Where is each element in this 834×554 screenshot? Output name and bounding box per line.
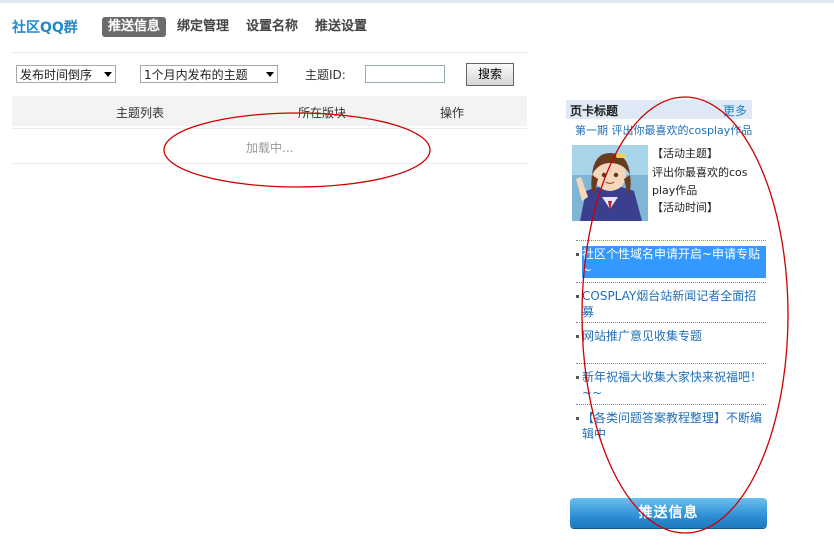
- activity-theme-text: 评出你最喜欢的cos: [652, 166, 748, 179]
- sidebar-header: 页卡标题 更多: [566, 100, 752, 119]
- news-item-title[interactable]: 新年祝福大收集大家快来祝福吧！~~: [582, 369, 766, 401]
- tab-push-settings[interactable]: 推送设置: [315, 17, 367, 37]
- row-divider: [12, 163, 527, 164]
- loading-text: 加载中...: [246, 141, 294, 155]
- bullet-icon: [576, 253, 579, 256]
- cosplay-thumbnail[interactable]: [572, 145, 648, 221]
- search-button[interactable]: 搜索: [466, 63, 514, 86]
- news-item[interactable]: COSPLAY烟台站新闻记者全面招募: [576, 288, 766, 320]
- bullet-icon: [576, 376, 579, 379]
- tab-set-name[interactable]: 设置名称: [246, 17, 298, 37]
- chevron-down-icon: [266, 72, 274, 77]
- push-info-button[interactable]: 推送信息: [570, 498, 767, 528]
- news-item[interactable]: 新年祝福大收集大家快来祝福吧！~~: [576, 369, 766, 401]
- top-border: [0, 0, 834, 3]
- row-divider: [12, 128, 527, 129]
- bullet-icon: [576, 335, 579, 338]
- sidebar-title: 页卡标题: [570, 104, 619, 118]
- news-item-title[interactable]: 网站推广意见收集专题: [582, 328, 766, 344]
- featured-topic-link[interactable]: 第一期 评出你最喜欢的cosplay作品: [575, 124, 765, 137]
- news-item[interactable]: 【各类问题答案教程整理】不断编辑中: [576, 410, 766, 442]
- range-select-value: 1个月内发布的主题: [144, 68, 248, 82]
- brand-title[interactable]: 社区QQ群: [12, 17, 78, 37]
- range-select[interactable]: 1个月内发布的主题: [140, 65, 278, 83]
- sort-select-value: 发布时间倒序: [20, 68, 93, 82]
- table-header: 主题列表 所在版块 操作: [12, 96, 527, 126]
- news-separator: [576, 240, 766, 241]
- bullet-icon: [576, 417, 579, 420]
- news-item-title[interactable]: 【各类问题答案教程整理】不断编辑中: [582, 410, 766, 442]
- topic-id-label: 主题ID:: [305, 68, 346, 82]
- nav-divider: [12, 52, 528, 53]
- column-board: 所在版块: [298, 106, 347, 120]
- news-separator: [576, 322, 766, 323]
- news-item-title[interactable]: COSPLAY烟台站新闻记者全面招募: [582, 288, 766, 320]
- more-link[interactable]: 更多: [723, 102, 747, 119]
- news-separator: [576, 282, 766, 283]
- news-separator: [576, 404, 766, 405]
- column-action: 操作: [440, 106, 465, 120]
- column-topic-list: 主题列表: [116, 106, 165, 120]
- news-item-title[interactable]: 社区个性域名申请开启~申请专贴~: [582, 246, 766, 278]
- tab-binding-manage[interactable]: 绑定管理: [177, 17, 229, 37]
- activity-theme-label: 【活动主题】: [652, 147, 718, 160]
- activity-theme-text-cont: play作品: [652, 184, 698, 197]
- news-item[interactable]: 网站推广意见收集专题: [576, 328, 766, 344]
- news-item[interactable]: 社区个性域名申请开启~申请专贴~: [576, 246, 766, 278]
- sort-select[interactable]: 发布时间倒序: [16, 65, 116, 83]
- bullet-icon: [576, 295, 579, 298]
- news-separator: [576, 363, 766, 364]
- activity-time-label: 【活动时间】: [652, 201, 718, 214]
- anime-character-image: [572, 145, 648, 221]
- topic-id-input[interactable]: [365, 65, 445, 83]
- chevron-down-icon: [104, 72, 112, 77]
- tab-push-info[interactable]: 推送信息: [102, 17, 167, 37]
